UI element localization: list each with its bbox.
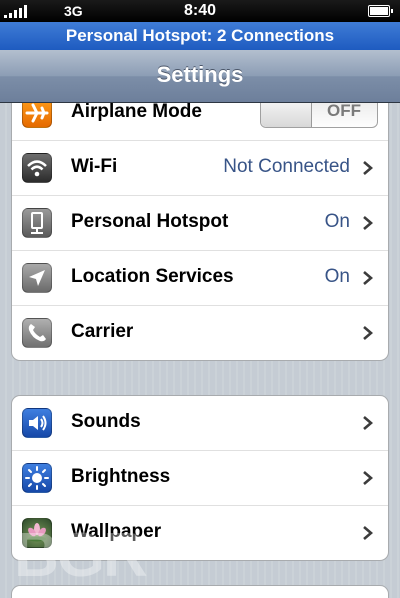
clock: 8:40 xyxy=(183,2,217,19)
speaker-icon xyxy=(22,408,52,438)
chevron-right-icon xyxy=(363,216,373,230)
hotspot-status: On xyxy=(324,211,350,232)
row-wallpaper[interactable]: Wallpaper xyxy=(12,506,388,560)
row-label: Location Services xyxy=(71,266,234,287)
chevron-right-icon xyxy=(363,326,373,340)
row-label: Airplane Mode xyxy=(71,103,202,122)
phone-icon xyxy=(22,318,52,348)
hotspot-connections-banner[interactable]: Personal Hotspot: 2 Connections xyxy=(0,22,400,51)
row-label: Sounds xyxy=(71,411,141,432)
chevron-right-icon xyxy=(363,416,373,430)
battery-icon xyxy=(368,5,393,17)
chevron-right-icon xyxy=(363,471,373,485)
hotspot-icon xyxy=(22,208,52,238)
chevron-right-icon xyxy=(363,271,373,285)
row-label: Carrier xyxy=(71,321,134,342)
wifi-status: Not Connected xyxy=(223,156,350,177)
row-label: Wi-Fi xyxy=(71,156,118,177)
page-title: Settings xyxy=(156,62,244,87)
toggle-knob[interactable] xyxy=(261,103,312,127)
chevron-right-icon xyxy=(363,526,373,540)
row-label: Wallpaper xyxy=(71,521,162,542)
settings-group-personalization: Sounds Brightness Wallpaper xyxy=(11,395,389,561)
sun-icon xyxy=(22,463,52,493)
row-wifi[interactable]: Wi-Fi Not Connected xyxy=(12,141,388,196)
row-label: Brightness xyxy=(71,466,171,487)
row-location-services[interactable]: Location Services On xyxy=(12,251,388,306)
toggle-state: OFF xyxy=(327,103,361,120)
status-bar: 3G 8:40 xyxy=(0,0,400,22)
location-status: On xyxy=(324,266,350,287)
settings-group-connectivity: Airplane Mode OFF Wi-Fi Not Connected Pe… xyxy=(11,103,389,361)
row-personal-hotspot[interactable]: Personal Hotspot On xyxy=(12,196,388,251)
row-label: Personal Hotspot xyxy=(71,211,229,232)
flower-icon xyxy=(22,518,52,548)
chevron-right-icon xyxy=(363,161,373,175)
row-brightness[interactable]: Brightness xyxy=(12,451,388,506)
settings-group-next xyxy=(11,585,389,598)
location-arrow-icon xyxy=(22,263,52,293)
row-airplane-mode: Airplane Mode OFF xyxy=(12,103,388,141)
wifi-icon xyxy=(22,153,52,183)
airplane-icon xyxy=(22,103,52,128)
row-sounds[interactable]: Sounds xyxy=(12,396,388,451)
row-carrier[interactable]: Carrier xyxy=(12,306,388,360)
airplane-mode-toggle[interactable]: OFF xyxy=(260,103,378,128)
settings-list[interactable]: Airplane Mode OFF Wi-Fi Not Connected Pe… xyxy=(0,103,400,598)
navigation-bar: Settings xyxy=(0,50,400,103)
